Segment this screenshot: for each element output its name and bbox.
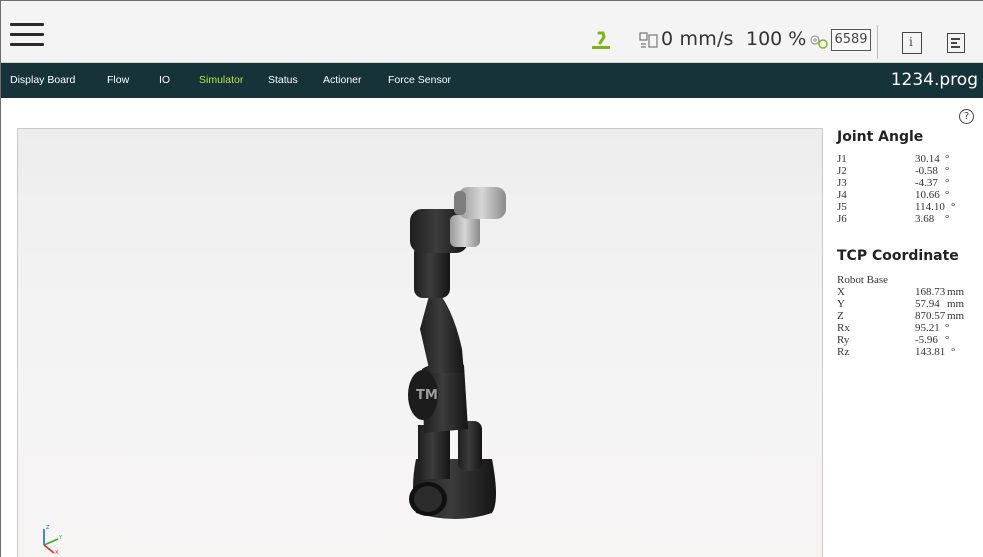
tab-io[interactable]: IO [159, 63, 170, 98]
tab-flow[interactable]: Flow [107, 63, 129, 98]
robot-model: TM [408, 187, 506, 519]
speed-mode-icon [639, 32, 658, 48]
hamburger-menu-icon[interactable] [10, 23, 44, 47]
divider [877, 25, 878, 59]
tcp-row: Ry -5.96 ° [837, 334, 950, 346]
tcp-row: X 168.73 mm [837, 286, 965, 298]
robot-logo: TM [416, 388, 438, 403]
simulator-viewport[interactable]: TM Z Y X [17, 128, 823, 557]
counter-badge: 6589 [831, 29, 871, 51]
joint-row: J1 30.14 ° [837, 153, 950, 165]
io-status-icon [810, 35, 828, 49]
top-bar: 0 mm/s 100 % 6589 [1, 1, 983, 63]
robot-status-icon [592, 31, 610, 49]
robot-base-label: Robot Base [837, 274, 889, 286]
joint-row: J4 10.66 ° [837, 189, 950, 201]
info-icon[interactable] [902, 32, 922, 54]
simulator-content: TM Z Y X ? Joint Angle J1 30.14 ° J2 -0.… [1, 98, 983, 557]
joint-row: J3 -4.37 ° [837, 177, 950, 189]
tcp-coordinate-title: TCP Coordinate [837, 248, 959, 264]
app-window: 0 mm/s 100 % 6589 Display Board Flow IO … [0, 0, 983, 557]
tcp-row: Y 57.94 mm [837, 298, 965, 310]
joint-row: J5 114.10 ° [837, 201, 956, 213]
tcp-row: Rx 95.21 ° [837, 322, 950, 334]
tab-status[interactable]: Status [268, 63, 298, 98]
joint-row: J2 -0.58 ° [837, 165, 950, 177]
svg-text:X: X [55, 550, 59, 555]
joint-angle-title: Joint Angle [837, 129, 924, 145]
notes-icon[interactable] [947, 33, 965, 53]
tab-simulator[interactable]: Simulator [199, 63, 243, 98]
tab-force-sensor[interactable]: Force Sensor [388, 63, 451, 98]
svg-text:Z: Z [46, 525, 50, 531]
nav-bar: Display Board Flow IO Simulator Status A… [1, 63, 983, 98]
tcp-row: Rz 143.81 ° [837, 346, 956, 358]
speed-readout: 0 mm/s [661, 28, 734, 50]
tab-actioner[interactable]: Actioner [323, 63, 362, 98]
help-icon[interactable]: ? [959, 109, 974, 124]
svg-text:Y: Y [58, 535, 63, 541]
joint-row: J6 3.68 ° [837, 213, 950, 225]
speed-percent[interactable]: 100 % [746, 28, 806, 50]
tcp-row: Z 870.57 mm [837, 310, 965, 322]
axes-triad-icon: Z Y X [43, 525, 63, 555]
tab-display-board[interactable]: Display Board [10, 63, 75, 98]
program-name: 1234.prog [890, 70, 978, 90]
